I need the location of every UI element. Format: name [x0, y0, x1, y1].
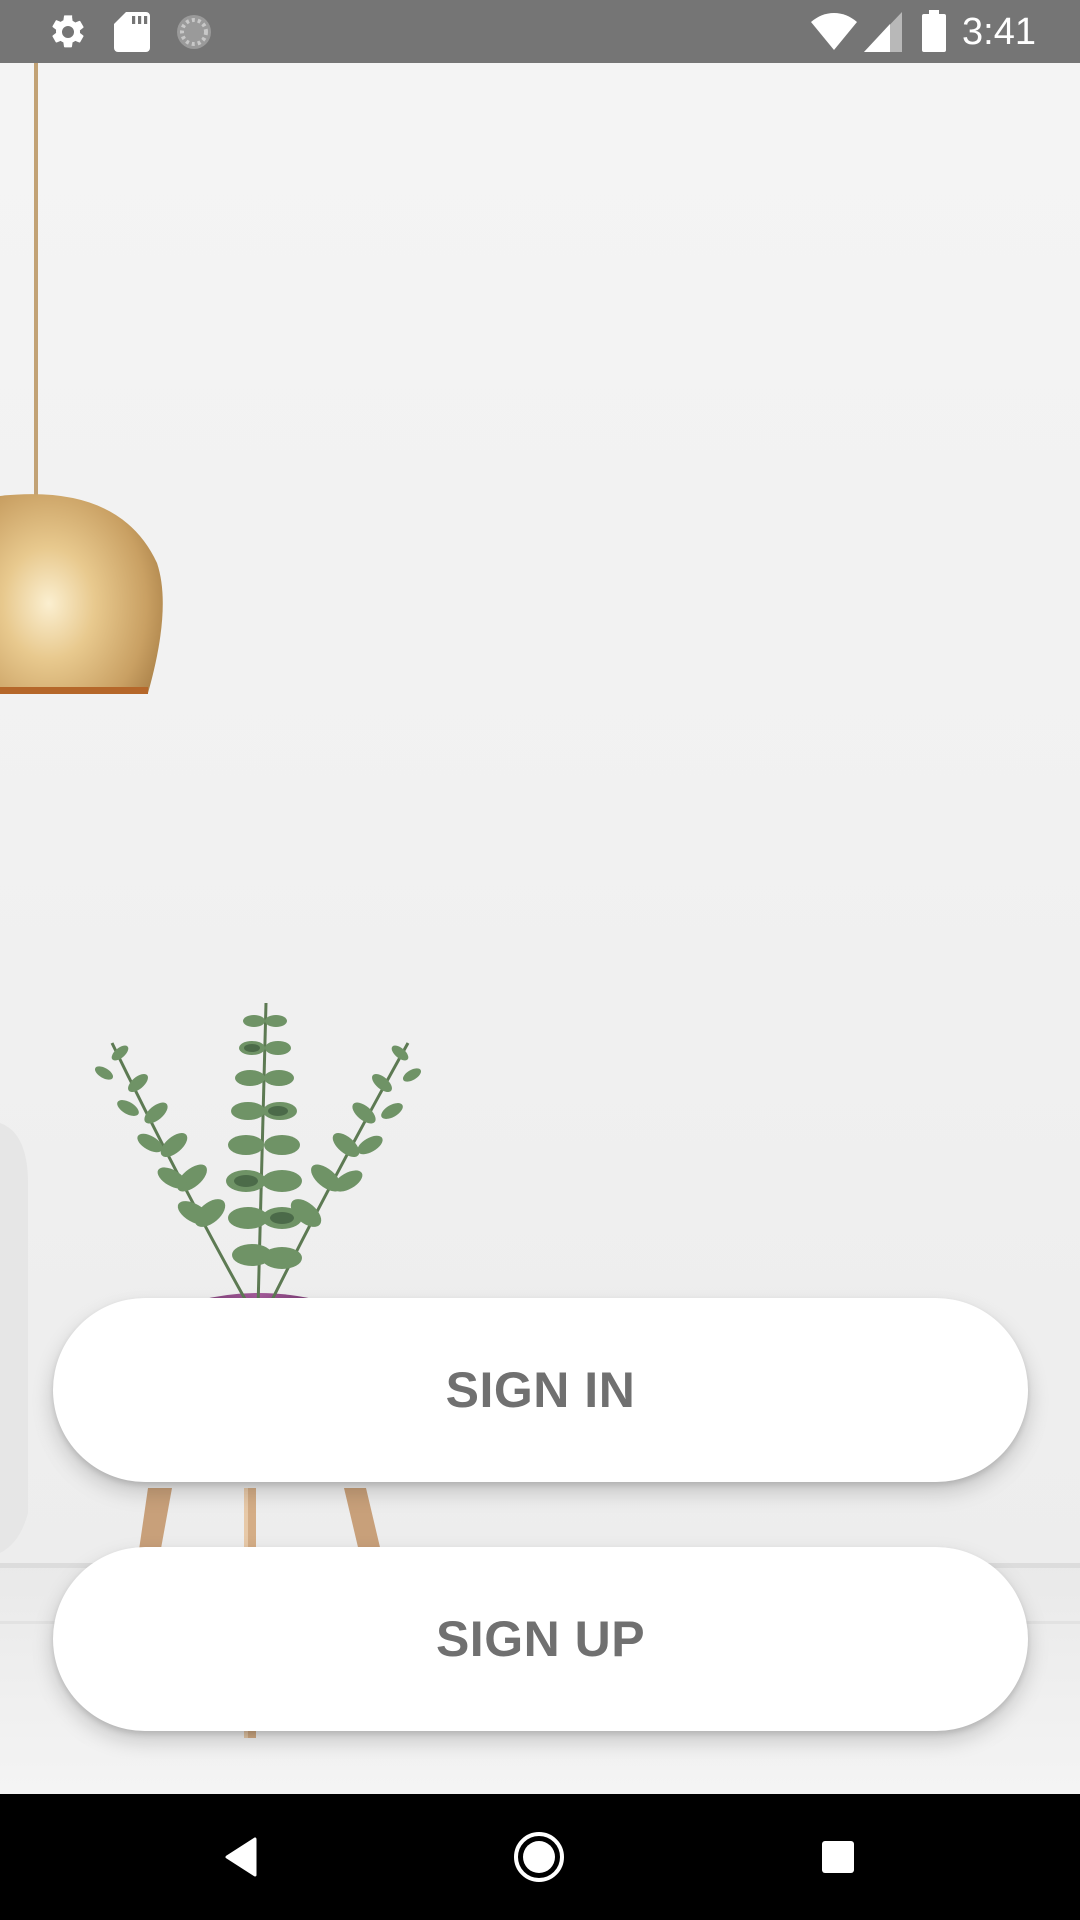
- sofa-edge: [0, 1123, 28, 1553]
- home-icon[interactable]: [494, 1822, 584, 1892]
- battery-icon: [922, 10, 946, 52]
- settings-icon: [48, 12, 88, 52]
- sign-in-button[interactable]: SIGN IN: [53, 1298, 1028, 1482]
- welcome-screen: 3:41 SIGN IN SIGN UP: [0, 0, 1080, 1920]
- status-time: 3:41: [962, 11, 1036, 53]
- wifi-icon: [810, 12, 858, 52]
- pendant-lamp: [0, 63, 163, 694]
- sd-card-icon: [114, 12, 150, 52]
- cell-signal-icon: [864, 12, 902, 52]
- recents-icon[interactable]: [793, 1822, 883, 1892]
- back-icon[interactable]: [196, 1822, 286, 1892]
- sync-icon: [174, 12, 214, 52]
- background-image: [0, 63, 1080, 1794]
- sign-up-button[interactable]: SIGN UP: [53, 1547, 1028, 1731]
- status-bar: 3:41: [0, 0, 1080, 63]
- navigation-bar: [0, 1794, 1080, 1920]
